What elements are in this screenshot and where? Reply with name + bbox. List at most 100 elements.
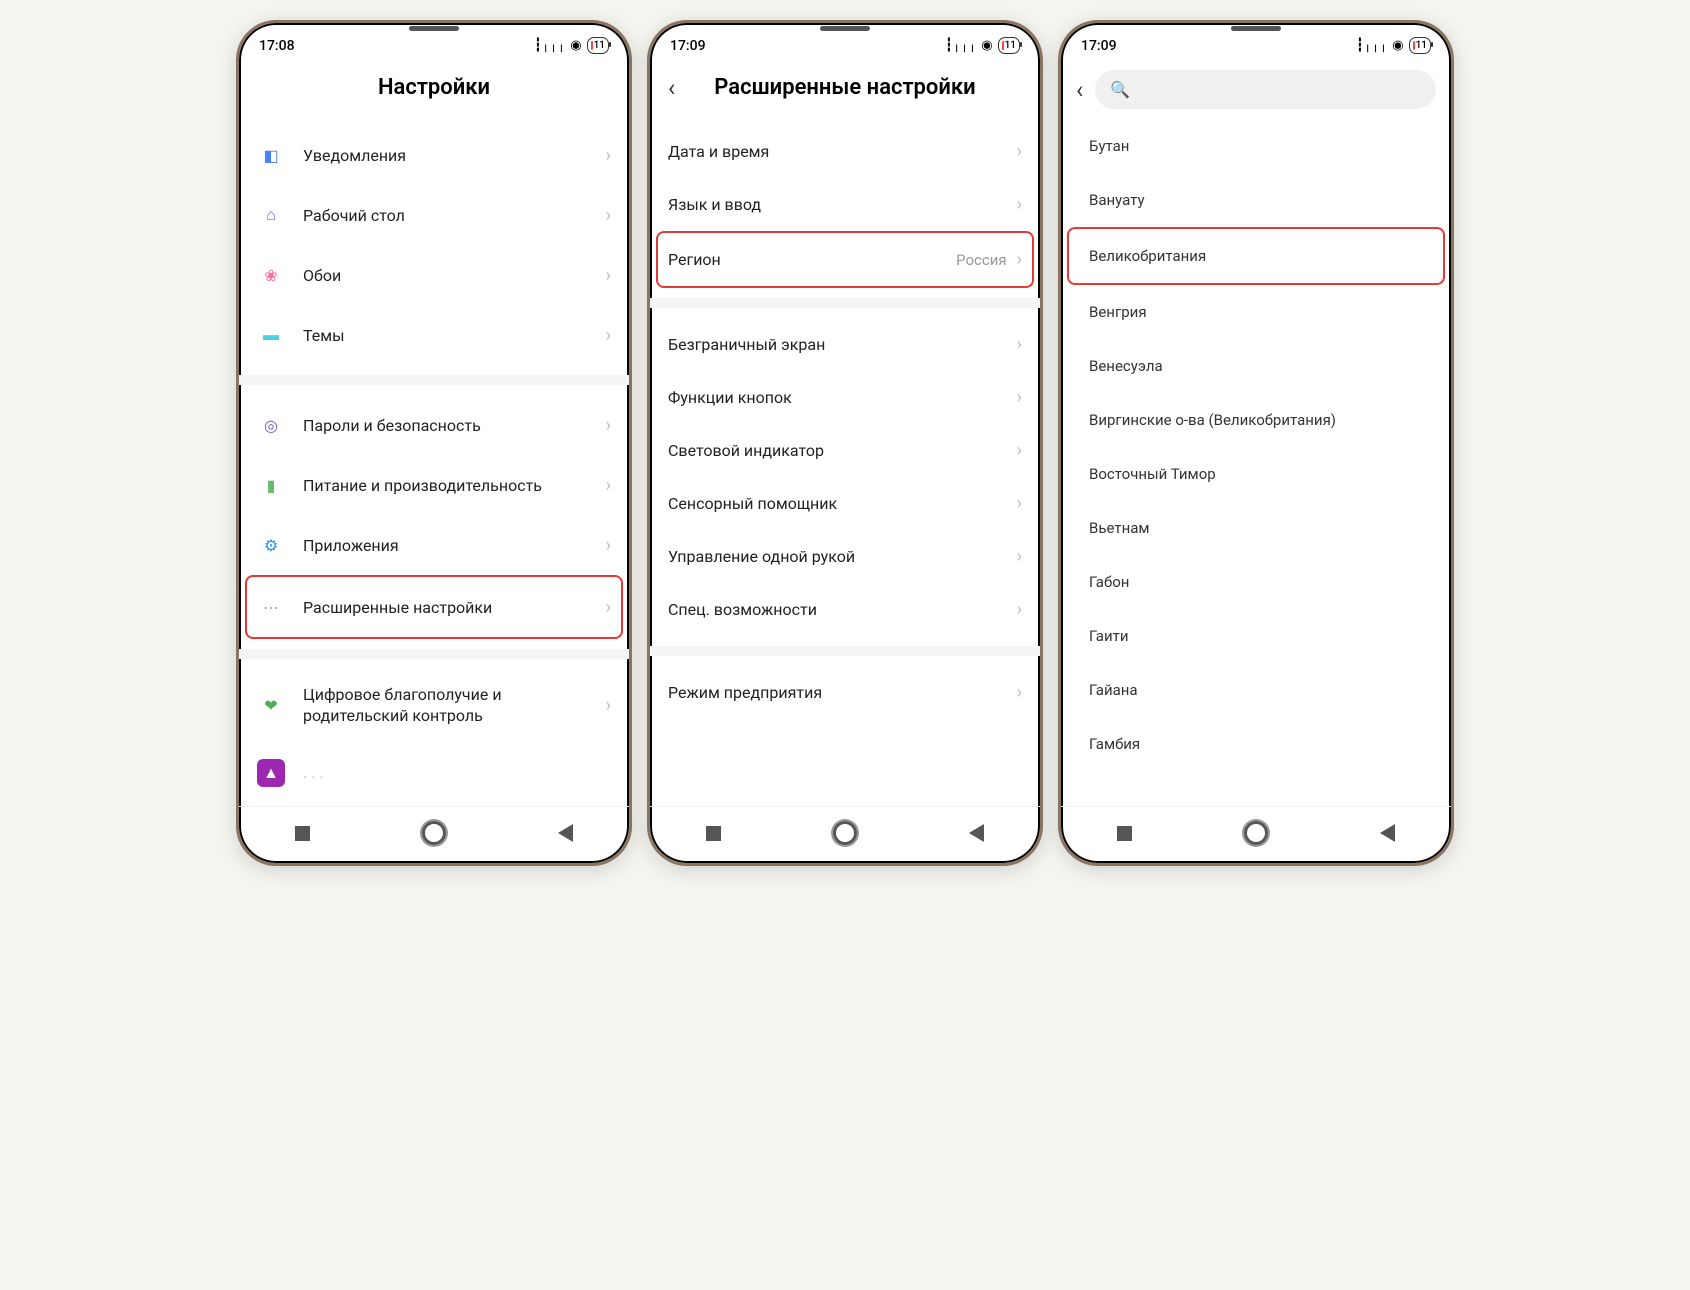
settings-row[interactable]: ▮ Питание и производительность › [247, 455, 621, 515]
settings-row[interactable]: Язык и ввод › [658, 178, 1032, 231]
row-icon: ◎ [257, 411, 285, 439]
chevron-right-icon: › [606, 415, 611, 436]
settings-row[interactable]: ⚙ Приложения › [247, 515, 621, 575]
chevron-right-icon: › [1017, 440, 1022, 461]
nav-home[interactable] [1244, 821, 1268, 845]
nav-back[interactable] [969, 824, 984, 842]
row-label: Управление одной рукой [668, 547, 1017, 566]
back-button[interactable]: ‹ [668, 74, 675, 102]
country-item[interactable]: Бутан [1069, 119, 1443, 173]
chevron-right-icon: › [606, 205, 611, 226]
row-label: Спец. возможности [668, 600, 1017, 619]
settings-row[interactable]: ⋯ Расширенные настройки › [245, 575, 623, 639]
settings-row[interactable]: Управление одной рукой › [658, 530, 1032, 583]
row-icon: ▮ [257, 471, 285, 499]
search-input[interactable]: 🔍 [1095, 70, 1436, 109]
list-item-truncated[interactable]: ▲ . . . [247, 743, 621, 803]
nav-bar [1061, 806, 1451, 863]
country-item[interactable]: Венгрия [1069, 285, 1443, 339]
nav-recent[interactable] [1117, 826, 1132, 841]
chevron-right-icon: › [1017, 194, 1022, 215]
battery-icon: 11 [587, 37, 609, 54]
chevron-right-icon: › [606, 695, 611, 716]
settings-row[interactable]: ▬ Темы › [247, 305, 621, 365]
nav-back[interactable] [558, 824, 573, 842]
nav-home[interactable] [833, 821, 857, 845]
chevron-right-icon: › [606, 597, 611, 618]
row-label: Язык и ввод [668, 195, 1017, 214]
chevron-right-icon: › [606, 535, 611, 556]
country-item[interactable]: Гайана [1069, 663, 1443, 717]
row-icon: ▬ [257, 321, 285, 349]
country-item[interactable]: Восточный Тимор [1069, 447, 1443, 501]
settings-row[interactable]: Световой индикатор › [658, 424, 1032, 477]
settings-row[interactable]: ❤ Цифровое благополучие и родительский к… [247, 669, 621, 743]
row-icon: ◧ [257, 141, 285, 169]
row-label: Обои [303, 266, 606, 285]
nav-back[interactable] [1380, 824, 1395, 842]
row-icon: ❤ [257, 692, 285, 720]
chevron-right-icon: › [1017, 493, 1022, 514]
chevron-right-icon: › [1017, 387, 1022, 408]
row-label: Расширенные настройки [303, 598, 606, 617]
row-label: Функции кнопок [668, 388, 1017, 407]
status-time: 17:08 [259, 38, 295, 54]
battery-icon: 11 [998, 37, 1020, 54]
wifi-icon: ◉ [1392, 38, 1403, 53]
country-list: БутанВануатуВеликобританияВенгрияВенесуэ… [1061, 119, 1451, 806]
settings-row[interactable]: Функции кнопок › [658, 371, 1032, 424]
status-time: 17:09 [670, 38, 706, 54]
country-item[interactable]: Виргинские о-ва (Великобритания) [1069, 393, 1443, 447]
status-bar: 17:08 ┇╷╷╷ ◉ 11 [239, 23, 629, 60]
search-icon: 🔍 [1110, 80, 1130, 99]
country-item[interactable]: Вануату [1069, 173, 1443, 227]
nav-home[interactable] [422, 821, 446, 845]
settings-row[interactable]: Режим предприятия › [658, 666, 1032, 719]
chevron-right-icon: › [606, 265, 611, 286]
chevron-right-icon: › [1017, 682, 1022, 703]
row-label: Безграничный экран [668, 335, 1017, 354]
row-label: Темы [303, 326, 606, 345]
nav-recent[interactable] [706, 826, 721, 841]
chevron-right-icon: › [1017, 249, 1022, 270]
wifi-icon: ◉ [570, 38, 581, 53]
signal-icon: ┇╷╷╷ [1356, 38, 1387, 53]
settings-list: ◧ Уведомления ›⌂ Рабочий стол ›❀ Обои ›▬… [239, 125, 629, 806]
country-item[interactable]: Гаити [1069, 609, 1443, 663]
chevron-right-icon: › [1017, 546, 1022, 567]
country-item[interactable]: Гамбия [1069, 717, 1443, 771]
signal-icon: ┇╷╷╷ [945, 38, 976, 53]
back-button[interactable]: ‹ [1076, 76, 1083, 104]
row-label: Сенсорный помощник [668, 494, 1017, 513]
row-icon: ⋯ [257, 593, 285, 621]
nav-recent[interactable] [295, 826, 310, 841]
chevron-right-icon: › [1017, 141, 1022, 162]
settings-row[interactable]: ❀ Обои › [247, 245, 621, 305]
search-header: ‹ 🔍 [1061, 60, 1451, 119]
chevron-right-icon: › [1017, 334, 1022, 355]
country-item[interactable]: Вьетнам [1069, 501, 1443, 555]
settings-row[interactable]: Сенсорный помощник › [658, 477, 1032, 530]
page-title: Расширенные настройки [714, 75, 975, 100]
settings-row[interactable]: Регион Россия › [656, 231, 1034, 288]
status-time: 17:09 [1081, 38, 1117, 54]
phone-advanced: 17:09 ┇╷╷╷ ◉ 11 ‹ Расширенные настройки … [647, 20, 1043, 866]
settings-row[interactable]: ◎ Пароли и безопасность › [247, 395, 621, 455]
signal-icon: ┇╷╷╷ [534, 38, 565, 53]
row-label: Приложения [303, 536, 606, 555]
country-item[interactable]: Венесуэла [1069, 339, 1443, 393]
chevron-right-icon: › [606, 325, 611, 346]
chevron-right-icon: › [606, 145, 611, 166]
settings-row[interactable]: Безграничный экран › [658, 318, 1032, 371]
settings-row[interactable]: Спец. возможности › [658, 583, 1032, 636]
settings-row[interactable]: ◧ Уведомления › [247, 125, 621, 185]
country-item[interactable]: Великобритания [1067, 227, 1445, 285]
country-item[interactable]: Габон [1069, 555, 1443, 609]
settings-row[interactable]: Дата и время › [658, 125, 1032, 178]
row-label: Пароли и безопасность [303, 416, 606, 435]
chevron-right-icon: › [606, 475, 611, 496]
wifi-icon: ◉ [981, 38, 992, 53]
row-label: Дата и время [668, 142, 1017, 161]
settings-row[interactable]: ⌂ Рабочий стол › [247, 185, 621, 245]
chevron-right-icon: › [1017, 599, 1022, 620]
